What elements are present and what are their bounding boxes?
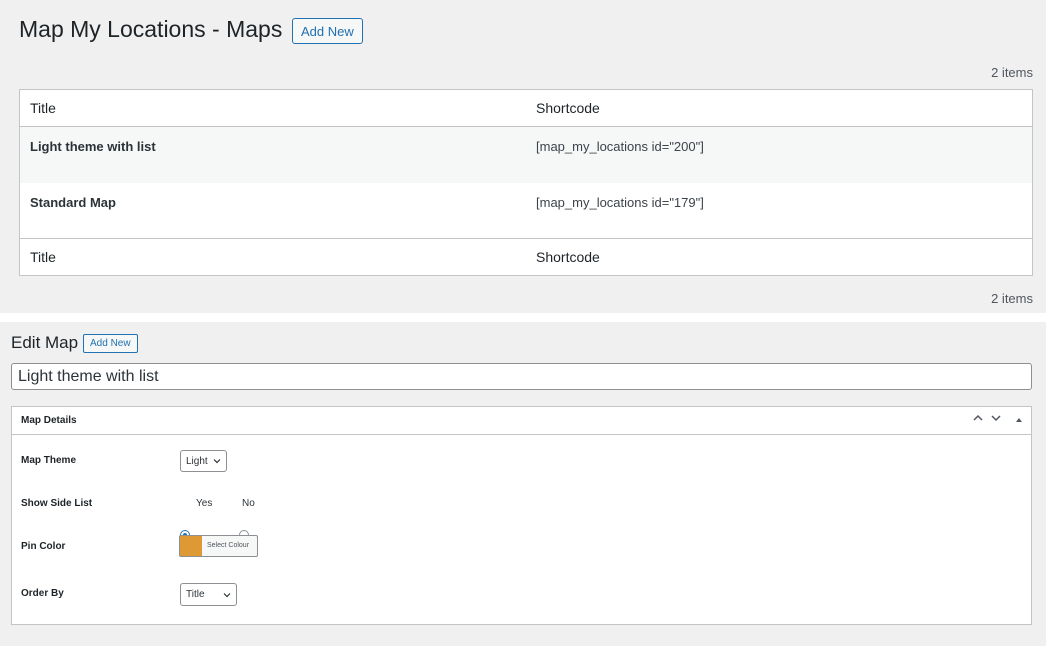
page-title: Map My Locations - Maps	[19, 16, 283, 42]
items-count-top: 2 items	[991, 65, 1033, 80]
color-swatch	[180, 536, 202, 556]
table-header-row: Title Shortcode	[19, 89, 1033, 127]
order-by-value: Title	[186, 589, 205, 600]
box-header: Map Details	[12, 407, 1031, 435]
map-theme-label: Map Theme	[21, 455, 77, 466]
pin-color-label: Pin Color	[21, 541, 66, 552]
order-by-label: Order By	[21, 588, 64, 599]
column-header-title[interactable]: Title	[19, 89, 526, 127]
column-footer-title[interactable]: Title	[19, 238, 526, 276]
map-title-input[interactable]	[11, 363, 1032, 390]
edit-page-title: Edit Map	[11, 333, 79, 352]
column-header-shortcode: Shortcode	[526, 89, 1033, 127]
items-count-bottom: 2 items	[991, 291, 1033, 306]
column-footer-shortcode: Shortcode	[526, 238, 1033, 276]
row-title-link[interactable]: Light theme with list	[30, 139, 156, 154]
side-list-no-label: No	[242, 498, 255, 509]
add-new-button[interactable]: Add New	[292, 18, 363, 44]
show-side-list-label: Show Side List	[21, 498, 93, 509]
box-title: Map Details	[21, 415, 77, 426]
row-shortcode: [map_my_locations id="200"]	[536, 139, 704, 154]
triangle-up-icon[interactable]	[1011, 412, 1027, 428]
edit-add-new-button[interactable]: Add New	[83, 334, 138, 353]
side-list-yes-label: Yes	[196, 498, 213, 509]
table-row: Light theme with list [map_my_locations …	[19, 126, 1033, 183]
table-footer-row: Title Shortcode	[19, 238, 1033, 276]
map-theme-select[interactable]: Light	[180, 450, 227, 472]
section-divider	[0, 313, 1046, 322]
chevron-up-icon[interactable]	[970, 412, 986, 428]
map-details-box: Map Details Map Theme Light Show Side Li…	[11, 406, 1032, 625]
chevron-down-icon	[223, 592, 231, 597]
pin-color-picker-button[interactable]: Select Colour	[179, 535, 258, 557]
select-colour-label: Select Colour	[207, 542, 250, 549]
chevron-down-icon[interactable]	[988, 412, 1004, 428]
maps-table: Title Shortcode Light theme with list [m…	[19, 89, 1033, 276]
row-title-link[interactable]: Standard Map	[30, 195, 116, 210]
chevron-down-icon	[213, 459, 221, 464]
order-by-select[interactable]: Title	[180, 583, 237, 606]
row-shortcode: [map_my_locations id="179"]	[536, 194, 704, 210]
table-row: Standard Map [map_my_locations id="179"]	[20, 183, 1033, 239]
map-theme-value: Light	[186, 455, 208, 467]
